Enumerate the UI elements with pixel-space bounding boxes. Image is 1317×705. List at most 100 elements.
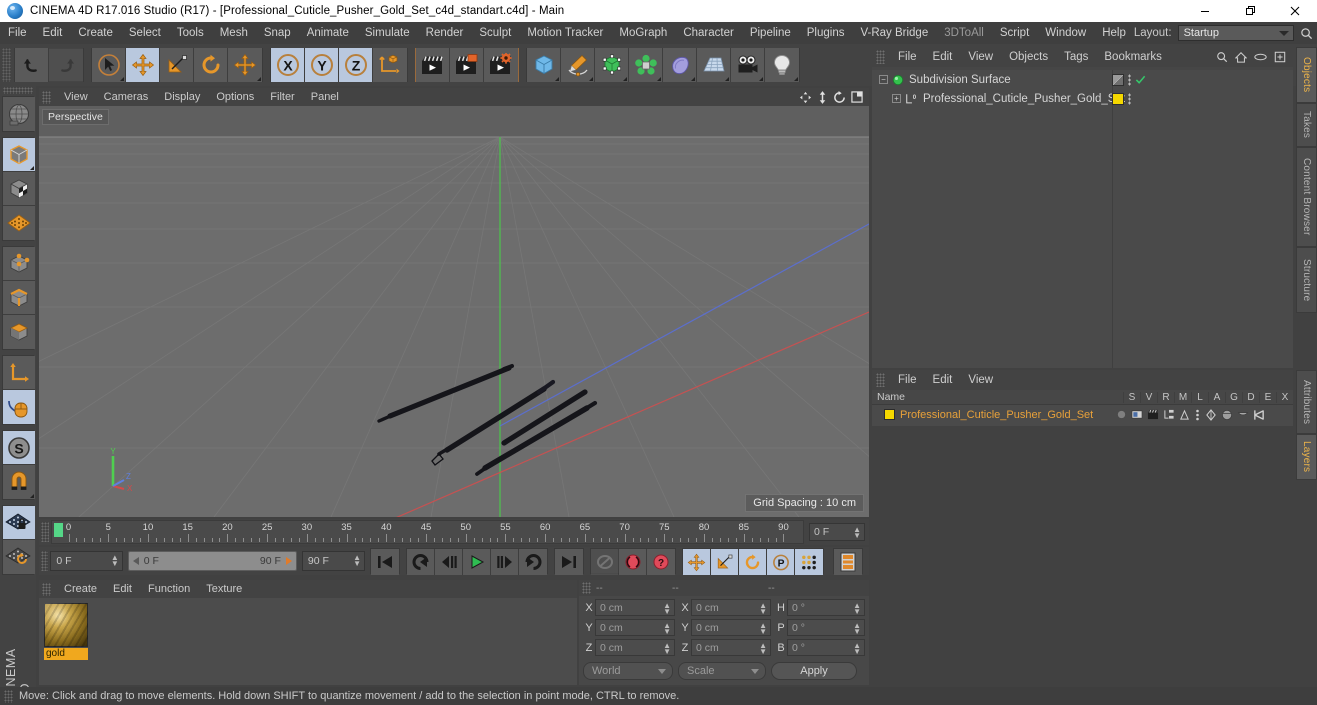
tab-content-browser[interactable]: Content Browser [1296,147,1317,247]
spinner-icon[interactable]: ▲ ▼ [853,602,861,616]
texture-mode-button[interactable] [3,172,35,206]
previous-keyframe-button[interactable] [407,549,435,575]
scale-tool-button[interactable] [160,48,194,82]
coordinate-rotation-input-p[interactable]: 0 ° ▲ ▼ [787,619,865,636]
timeline-current-frame-field[interactable]: 0 F ▲ ▼ [809,523,865,541]
viewport-grip[interactable] [42,90,51,104]
viewport-menu-options[interactable]: Options [208,91,262,103]
lock-icon[interactable] [1179,409,1190,420]
home-icon[interactable] [1235,51,1247,63]
go-to-start-button[interactable] [371,549,399,575]
material-manager-body[interactable]: gold [39,598,577,685]
layer-column-l[interactable]: L [1191,391,1208,403]
render-region-button[interactable] [450,48,484,82]
layer-manager-body[interactable]: Name SVRMLAGDEX Professional_Cuticle_Pus… [872,390,1293,426]
coordinate-size-input-x[interactable]: 0 cm ▲ ▼ [691,599,771,616]
minimize-button[interactable] [1182,0,1227,22]
object-row-subdivision-surface[interactable]: − Subdivision Surface [872,70,1293,89]
menu-window[interactable]: Window [1037,22,1094,44]
add-deformer-button[interactable] [663,48,697,82]
menu-snap[interactable]: Snap [256,22,299,44]
animation-toolbar-grip[interactable] [41,551,49,571]
scale-key-button[interactable] [711,549,739,575]
go-to-end-button[interactable] [555,549,583,575]
menu-character[interactable]: Character [675,22,742,44]
make-editable-button[interactable] [3,97,35,131]
menu-3dtoall[interactable]: 3DToAll [936,22,992,44]
select-tool-button[interactable] [92,48,126,82]
close-button[interactable] [1272,0,1317,22]
menu-script[interactable]: Script [992,22,1037,44]
coordinate-size-input-y[interactable]: 0 cm ▲ ▼ [691,619,771,636]
spinner-icon[interactable]: ▲ ▼ [759,642,767,656]
viewport-menu-view[interactable]: View [56,91,96,103]
y-axis-lock-button[interactable]: Y [305,48,339,82]
coordinate-mode-dropdown[interactable]: Scale [678,662,766,680]
current-frame-field[interactable]: 0 F ▲ ▼ [50,551,123,571]
spinner-icon[interactable]: ▲ ▼ [663,602,671,616]
position-key-button[interactable] [683,549,711,575]
coordinate-position-input-z[interactable]: 0 cm ▲ ▼ [595,639,675,656]
spinner-icon[interactable]: ▲ ▼ [353,554,361,568]
object-manager-body[interactable]: − Subdivision Surface + 0 Professional_C… [872,70,1293,368]
step-back-button[interactable] [435,549,463,575]
x-axis-lock-button[interactable]: X [271,48,305,82]
material-menu-edit[interactable]: Edit [105,583,140,595]
autokey-button[interactable] [591,549,619,575]
parameter-key-button[interactable]: P [767,549,795,575]
add-environment-button[interactable] [697,48,731,82]
object-row-cuticle-pusher[interactable]: + 0 Professional_Cuticle_Pusher_Gold_Set [872,89,1293,108]
spinner-icon[interactable]: ▲ ▼ [759,602,767,616]
align-workplane-button[interactable] [3,540,35,574]
coordinate-manager-grip[interactable] [582,582,591,594]
menu-mograph[interactable]: MoGraph [611,22,675,44]
render-view-button[interactable] [416,48,450,82]
polygons-mode-button[interactable] [3,315,35,349]
viewport-menu-filter[interactable]: Filter [262,91,302,103]
add-spline-button[interactable] [561,48,595,82]
add-light-button[interactable] [765,48,799,82]
menu-edit[interactable]: Edit [35,22,71,44]
menu-vray-bridge[interactable]: V-Ray Bridge [852,22,936,44]
menu-plugins[interactable]: Plugins [799,22,853,44]
object-menu-view[interactable]: View [960,51,1001,63]
tab-layers[interactable]: Layers [1296,434,1317,480]
tab-objects[interactable]: Objects [1296,47,1317,103]
rotate-tool-button[interactable] [194,48,228,82]
manager-icon[interactable] [1163,409,1175,420]
sculpt-symmetry-button[interactable]: S [3,431,35,465]
timeline-view-button[interactable] [834,549,862,575]
material-name-gold[interactable]: gold [44,648,88,660]
undo-button[interactable] [15,48,49,82]
material-manager-grip[interactable] [42,582,51,596]
material-menu-create[interactable]: Create [56,583,105,595]
world-object-coordinates-button[interactable] [373,48,407,82]
expander-icon[interactable]: − [879,75,888,84]
generator-icon[interactable] [1205,408,1217,421]
move-tool-button[interactable] [126,48,160,82]
coordinate-position-input-y[interactable]: 0 cm ▲ ▼ [595,619,675,636]
coordinate-space-dropdown[interactable]: World [583,662,673,680]
viewport-menu-cameras[interactable]: Cameras [96,91,157,103]
expression-icon[interactable] [1237,410,1249,420]
search-icon[interactable] [1216,51,1228,63]
menu-motion-tracker[interactable]: Motion Tracker [519,22,611,44]
menu-create[interactable]: Create [70,22,121,44]
redo-button[interactable] [49,48,83,82]
solo-dot-icon[interactable] [1116,409,1127,420]
expander-icon[interactable]: + [892,94,901,103]
visibility-check-icon[interactable] [1135,74,1146,85]
spinner-icon[interactable]: ▲ ▼ [853,622,861,636]
preview-range-slider[interactable]: 0 F 90 F [127,551,297,571]
material-menu-function[interactable]: Function [140,583,198,595]
coordinate-rotation-input-h[interactable]: 0 ° ▲ ▼ [787,599,865,616]
material-thumbnail-gold[interactable] [44,603,88,647]
layer-column-s[interactable]: S [1123,391,1140,403]
z-axis-lock-button[interactable]: Z [339,48,373,82]
spinner-icon[interactable]: ▲ ▼ [853,642,861,656]
rotation-key-button[interactable] [739,549,767,575]
enable-snap-button[interactable] [3,465,35,499]
phong-tag-icon[interactable] [1112,73,1124,86]
lock-workplane-button[interactable] [3,506,35,540]
layer-column-r[interactable]: R [1157,391,1174,403]
